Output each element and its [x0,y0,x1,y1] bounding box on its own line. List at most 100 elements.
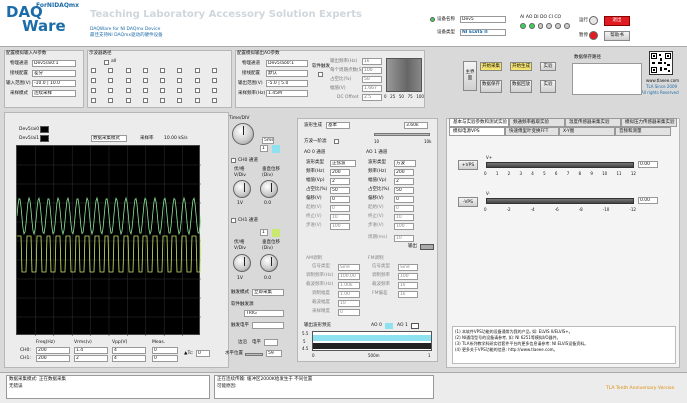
trigger-level-field[interactable] [252,322,284,329]
ao1-row-value[interactable]: 100 [394,223,414,230]
channel-checkbox[interactable] [125,98,131,103]
subtab-xy[interactable]: X-Y图 [559,127,615,136]
amp-value-field[interactable]: 3.60k [404,122,428,129]
ch1-pos-knob[interactable] [260,254,278,272]
ao1-row-value[interactable]: 方波 [394,160,416,167]
channel-checkbox[interactable] [91,88,96,93]
channel-checkbox[interactable] [160,78,165,83]
timediv-knob[interactable] [232,123,254,145]
channel-checkbox[interactable] [91,98,96,103]
channel-checkbox[interactable] [160,88,165,93]
ai-range-field[interactable]: -10.0 | 10.0 [32,80,76,87]
ch1-select[interactable]: 1 [260,229,268,236]
ao0-row-value[interactable]: 正弦波 [330,160,356,167]
ao-rate-field[interactable]: 1.45M [266,90,308,97]
channel-checkbox[interactable] [194,68,200,73]
ch1-vdiv-knob[interactable] [233,254,251,272]
am-row-value[interactable]: 1.00k [338,282,360,289]
channel-checkbox[interactable] [211,98,217,103]
channel-checkbox[interactable] [108,88,114,93]
ao1-row-value[interactable]: 2 [394,178,414,185]
experiment-button-2[interactable]: 实验 [540,80,556,93]
all-checkbox[interactable] [104,60,109,65]
channel-checkbox[interactable] [211,78,217,83]
am-row-value[interactable]: Sine [338,264,360,271]
ch0-pos-knob[interactable] [260,180,278,198]
channel-checkbox[interactable] [108,78,114,83]
dir-checkbox[interactable] [334,139,339,144]
ao-param-value-4[interactable]: 2.5 [362,94,382,101]
ao1-row-value[interactable]: 10 [394,235,414,242]
tab-basic[interactable]: 基本与实验参数和测试实验 [449,118,509,127]
am-row-value[interactable]: 0 [338,309,360,316]
ch0-select[interactable]: 1 [260,145,268,152]
fm-row-value[interactable]: 1k [398,282,418,289]
edge-select[interactable] [264,339,278,346]
fm-row-value[interactable]: 100 [398,273,418,280]
ch0-enable-checkbox[interactable] [231,158,236,163]
trigger-mode-select[interactable]: 立即采集 [252,289,284,296]
channel-checkbox[interactable] [177,78,183,83]
channel-checkbox[interactable] [194,98,200,103]
software-trigger-checkbox[interactable] [318,72,323,77]
channel-checkbox[interactable] [108,68,114,73]
ch0-vdiv-knob[interactable] [233,180,251,198]
ao-param-value-1[interactable]: 100 [362,67,382,74]
vps-pos-button[interactable]: +VPS [458,160,478,170]
ao1-row-value[interactable]: 200 [394,169,414,176]
subtab-vps[interactable]: 模拟电源VPS [449,127,505,136]
ao0-row-value[interactable]: 10 [330,214,350,221]
exit-button[interactable]: 退出 [604,16,630,26]
freq-slider[interactable] [374,133,430,136]
channel-checkbox[interactable] [160,98,165,103]
ai-wiring-select[interactable]: 差分 [32,70,76,77]
ao1-row-value[interactable]: 50 [394,187,414,194]
am-row-value[interactable]: 10 [338,300,360,307]
channel-checkbox[interactable] [177,88,183,93]
playback-button[interactable]: 数据回放 [510,80,532,93]
timediv-select[interactable]: 5ms [262,137,274,144]
ao0-row-value[interactable]: 2 [330,178,350,185]
hpos-value[interactable]: 59 [266,350,282,357]
save-data-button[interactable]: 数据保存 [480,80,502,93]
subtab-audio[interactable]: 音频和测量 [615,127,671,136]
fm-row-value[interactable]: Sine [398,264,418,271]
fm-row-value[interactable]: 1k [398,291,418,298]
am-row-value[interactable]: 100.00 [338,273,360,280]
ao1-row-value[interactable]: 10 [394,214,414,221]
start-acquire-button[interactable]: 开始采集 [480,62,502,71]
ao-param-value-3[interactable]: 1.667 [362,85,382,92]
ao-param-value-0[interactable]: 1k [362,58,382,65]
trigger-source-select[interactable]: TRIG [244,310,284,317]
channel-checkbox[interactable] [91,78,96,83]
ao-range-field[interactable]: -5.0 | 5.0 [266,80,308,87]
save-path-field[interactable] [572,63,642,95]
experiment-button-1[interactable]: 实验 [540,62,556,71]
channel-checkbox[interactable] [125,68,131,73]
channel-checkbox[interactable] [125,88,131,93]
channel-checkbox[interactable] [142,98,148,103]
cursor-value[interactable]: 0 [196,350,210,357]
wave-mode-select[interactable]: 基本 [326,122,350,129]
ao0-row-value[interactable]: 0 [330,205,350,212]
ao0-row-value[interactable]: 100 [330,223,350,230]
ao1-row-value[interactable]: 0 [394,205,414,212]
channel-checkbox[interactable] [211,68,217,73]
channel-checkbox[interactable] [160,68,165,73]
hpos-slider[interactable] [245,353,263,356]
channel-checkbox[interactable] [177,98,183,103]
am-row-value[interactable]: 1.00 [338,291,360,298]
ao-param-value-2[interactable]: 50 [362,76,382,83]
help-button[interactable]: 帮助书 [604,31,630,41]
tab-pressure[interactable]: 模拟压力传感器采集实验 [621,118,677,127]
vps-neg-button[interactable]: -VPS [458,197,478,207]
channel-checkbox[interactable] [211,88,217,93]
channel-checkbox[interactable] [91,68,96,73]
ch1-enable-checkbox[interactable] [231,218,236,223]
ao1-row-value[interactable]: 0 [394,196,414,203]
ao0-row-value[interactable]: 50 [330,187,350,194]
ai-mode-select[interactable]: 连续采样 [32,90,76,97]
channel-checkbox[interactable] [194,78,200,83]
channel-checkbox[interactable] [177,68,183,73]
ao-wiring-select[interactable]: 默认 [266,70,308,77]
